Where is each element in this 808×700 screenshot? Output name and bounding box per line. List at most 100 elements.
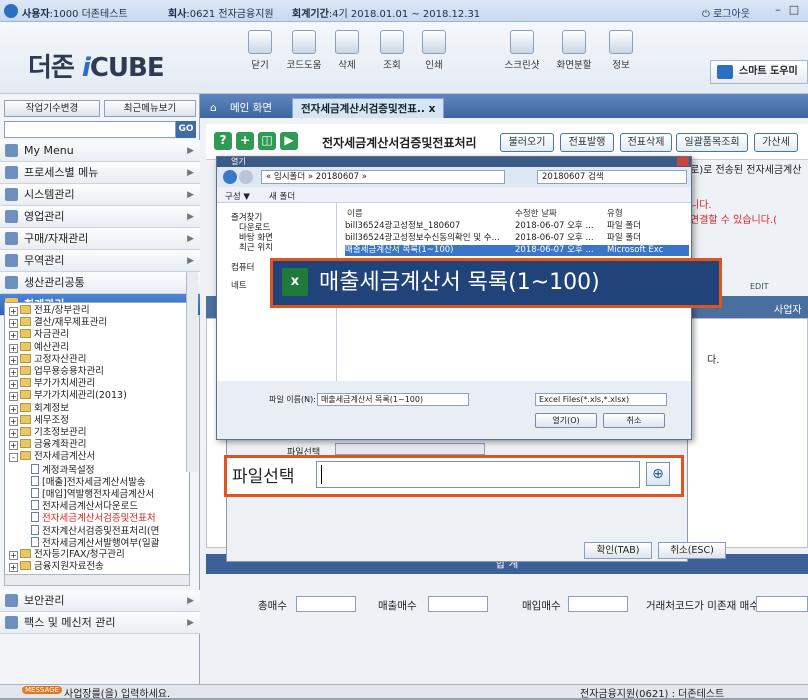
folder-search-input[interactable]: 20180607 검색: [537, 170, 687, 184]
nav-computer[interactable]: 컴퓨터: [231, 261, 254, 273]
code-help-button[interactable]: 코드도움: [282, 28, 326, 72]
forward-icon[interactable]: [239, 170, 253, 184]
expand-icon[interactable]: +: [9, 319, 18, 329]
file-row-selected[interactable]: 매출세금계산서 목록(1~100) 2018-06-07 오후 ... Micros…: [345, 245, 689, 256]
maximize-button[interactable]: □: [786, 3, 802, 17]
play-icon[interactable]: ▶: [280, 132, 298, 150]
tree-item[interactable]: 전자세금계산서발행여부(일괄: [31, 536, 159, 549]
tree-folder[interactable]: + 부가가치세관리(2013): [9, 390, 127, 402]
go-button[interactable]: GO: [176, 121, 196, 138]
minimize-button[interactable]: –: [770, 3, 786, 17]
issue-voucher-button[interactable]: 전표발행: [560, 133, 614, 152]
add-icon[interactable]: +: [236, 132, 254, 150]
expand-icon[interactable]: +: [9, 331, 18, 341]
expand-icon[interactable]: +: [9, 416, 18, 426]
file-row[interactable]: bill36524광고성정보_180607 2018-06-07 오후 ... 파일…: [345, 221, 689, 232]
penalty-tax-button[interactable]: 가산세: [754, 133, 798, 152]
nav-network[interactable]: 네트: [231, 279, 247, 291]
change-period-button[interactable]: 작업기수변경: [4, 100, 100, 117]
tree-item[interactable]: 전자세금계산서검증및전표처: [31, 512, 156, 524]
purchase-count-field[interactable]: [568, 596, 628, 612]
menu-production[interactable]: 생산관리공통▶: [0, 272, 200, 294]
close-button[interactable]: 닫기: [238, 28, 282, 72]
col-name[interactable]: 이름: [347, 207, 363, 219]
col-type[interactable]: 유형: [607, 207, 623, 219]
help-icon[interactable]: ?: [214, 132, 232, 150]
file-name-input[interactable]: 매출세금계산서 목록(1~100): [317, 393, 469, 406]
collapse-icon[interactable]: -: [9, 453, 18, 463]
new-folder-button[interactable]: 새 폴더: [269, 190, 295, 202]
load-button[interactable]: 불러오기: [500, 133, 554, 152]
tab-current[interactable]: 전자세금계산서검증및전표.. x: [292, 98, 445, 118]
confirm-button[interactable]: 확인(TAB): [584, 542, 652, 559]
logout-button[interactable]: ⏻ 로그아웃: [702, 5, 750, 20]
tree-item[interactable]: [매입]역발행전자세금계산서: [31, 488, 154, 500]
tree-item[interactable]: 계정과목설정: [31, 463, 94, 476]
cancel-esc-button[interactable]: 취소(ESC): [658, 542, 726, 559]
tree-horizontal-scrollbar[interactable]: [4, 574, 190, 586]
organize-button[interactable]: 구성 ▼: [225, 190, 250, 202]
expand-icon[interactable]: +: [9, 392, 18, 402]
file-path-small-input[interactable]: [335, 443, 485, 455]
tab-close-icon[interactable]: x: [429, 103, 436, 115]
menu-search-input[interactable]: [4, 121, 176, 138]
delete-voucher-button[interactable]: 전표삭제: [620, 133, 672, 152]
screenshot-button[interactable]: 스크린샷: [500, 28, 544, 72]
batch-item-search-button[interactable]: 일괄품목조회: [676, 133, 748, 152]
menu-purchase[interactable]: 구매/자재관리 ▶: [0, 228, 200, 250]
menu-system[interactable]: 시스템관리 ▶: [0, 184, 200, 206]
tree-folder[interactable]: + 결산/재무제표관리: [9, 317, 107, 329]
total-count-field[interactable]: [296, 596, 356, 612]
col-date[interactable]: 수정한 날짜: [515, 207, 557, 219]
menu-fax-messenger[interactable]: 팩스 및 메신저 관리 ▶: [0, 612, 200, 634]
expand-icon[interactable]: +: [9, 429, 18, 438]
expand-icon[interactable]: +: [9, 343, 18, 353]
delete-button[interactable]: 삭제: [325, 28, 369, 72]
menu-sales[interactable]: 영업관리 ▶: [0, 206, 200, 228]
tree-item[interactable]: 전자세금계산서다운로드: [31, 500, 138, 512]
tree-vertical-scrollbar[interactable]: [186, 272, 198, 472]
smart-help-button[interactable]: 스마트 도우미: [710, 60, 808, 84]
dialog-cancel-button[interactable]: 취소: [603, 413, 665, 428]
dialog-close-icon[interactable]: [677, 157, 689, 166]
expand-icon[interactable]: +: [9, 404, 18, 414]
expand-icon[interactable]: +: [9, 563, 18, 573]
menu-trade[interactable]: 무역관리 ▶: [0, 250, 200, 272]
tree-folder[interactable]: + 세무조정: [9, 414, 69, 427]
nav-recent[interactable]: 최근 위치: [239, 241, 273, 253]
menu-security[interactable]: 보안관리 ▶: [0, 590, 200, 612]
info-button[interactable]: 정보: [599, 28, 643, 72]
open-button[interactable]: 열기(O): [535, 413, 597, 428]
tree-folder[interactable]: + 전자등기FAX/청구관리: [9, 549, 125, 561]
expand-icon[interactable]: +: [9, 307, 18, 316]
print-button[interactable]: 인쇄: [412, 28, 456, 72]
tree-folder[interactable]: - 전자세금계산서: [9, 451, 95, 463]
tree-item[interactable]: 전자계산서검증및전표처리(면: [31, 524, 159, 537]
tree-folder[interactable]: + 부가가치세관리: [9, 378, 95, 390]
split-screen-button[interactable]: 화면분할: [552, 28, 596, 72]
tree-folder[interactable]: + 기초정보관리: [9, 427, 86, 439]
tree-folder[interactable]: + 금융계좌관리: [9, 439, 86, 451]
tree-folder[interactable]: + 전표/장부관리: [9, 305, 90, 317]
address-bar[interactable]: « 임시폴더 » 20180607 »: [261, 170, 505, 184]
tab-main[interactable]: 메인 화면: [222, 98, 280, 118]
copy-icon[interactable]: ◫: [258, 132, 276, 150]
expand-icon[interactable]: +: [9, 380, 18, 390]
tree-folder[interactable]: + 고정자산관리: [9, 353, 86, 366]
back-icon[interactable]: [223, 170, 237, 184]
menu-process[interactable]: 프로세스별 메뉴 ▶: [0, 162, 200, 184]
tree-folder[interactable]: + 금융지원자료전송: [9, 561, 104, 573]
menu-my-menu[interactable]: My Menu ▶: [0, 140, 200, 162]
tree-item[interactable]: [매출]전자세금계산서발송: [31, 475, 146, 488]
no-code-count-field[interactable]: [756, 596, 808, 612]
file-row[interactable]: bill36524광고성정보수신동의확인 및 수... 2018-06-07 오후…: [345, 233, 689, 244]
tree-folder[interactable]: + 업무용승용차관리: [9, 366, 104, 378]
tree-folder[interactable]: + 예산관리: [9, 341, 69, 354]
recent-menu-button[interactable]: 최근메뉴보기: [104, 100, 196, 117]
file-type-select[interactable]: Excel Files(*.xls,*.xlsx): [535, 393, 667, 406]
sales-count-field[interactable]: [428, 596, 488, 612]
file-path-input[interactable]: [316, 461, 640, 488]
tree-folder[interactable]: + 회계정보: [9, 402, 69, 415]
tree-folder[interactable]: + 자금관리: [9, 329, 69, 341]
expand-icon[interactable]: +: [9, 355, 18, 365]
